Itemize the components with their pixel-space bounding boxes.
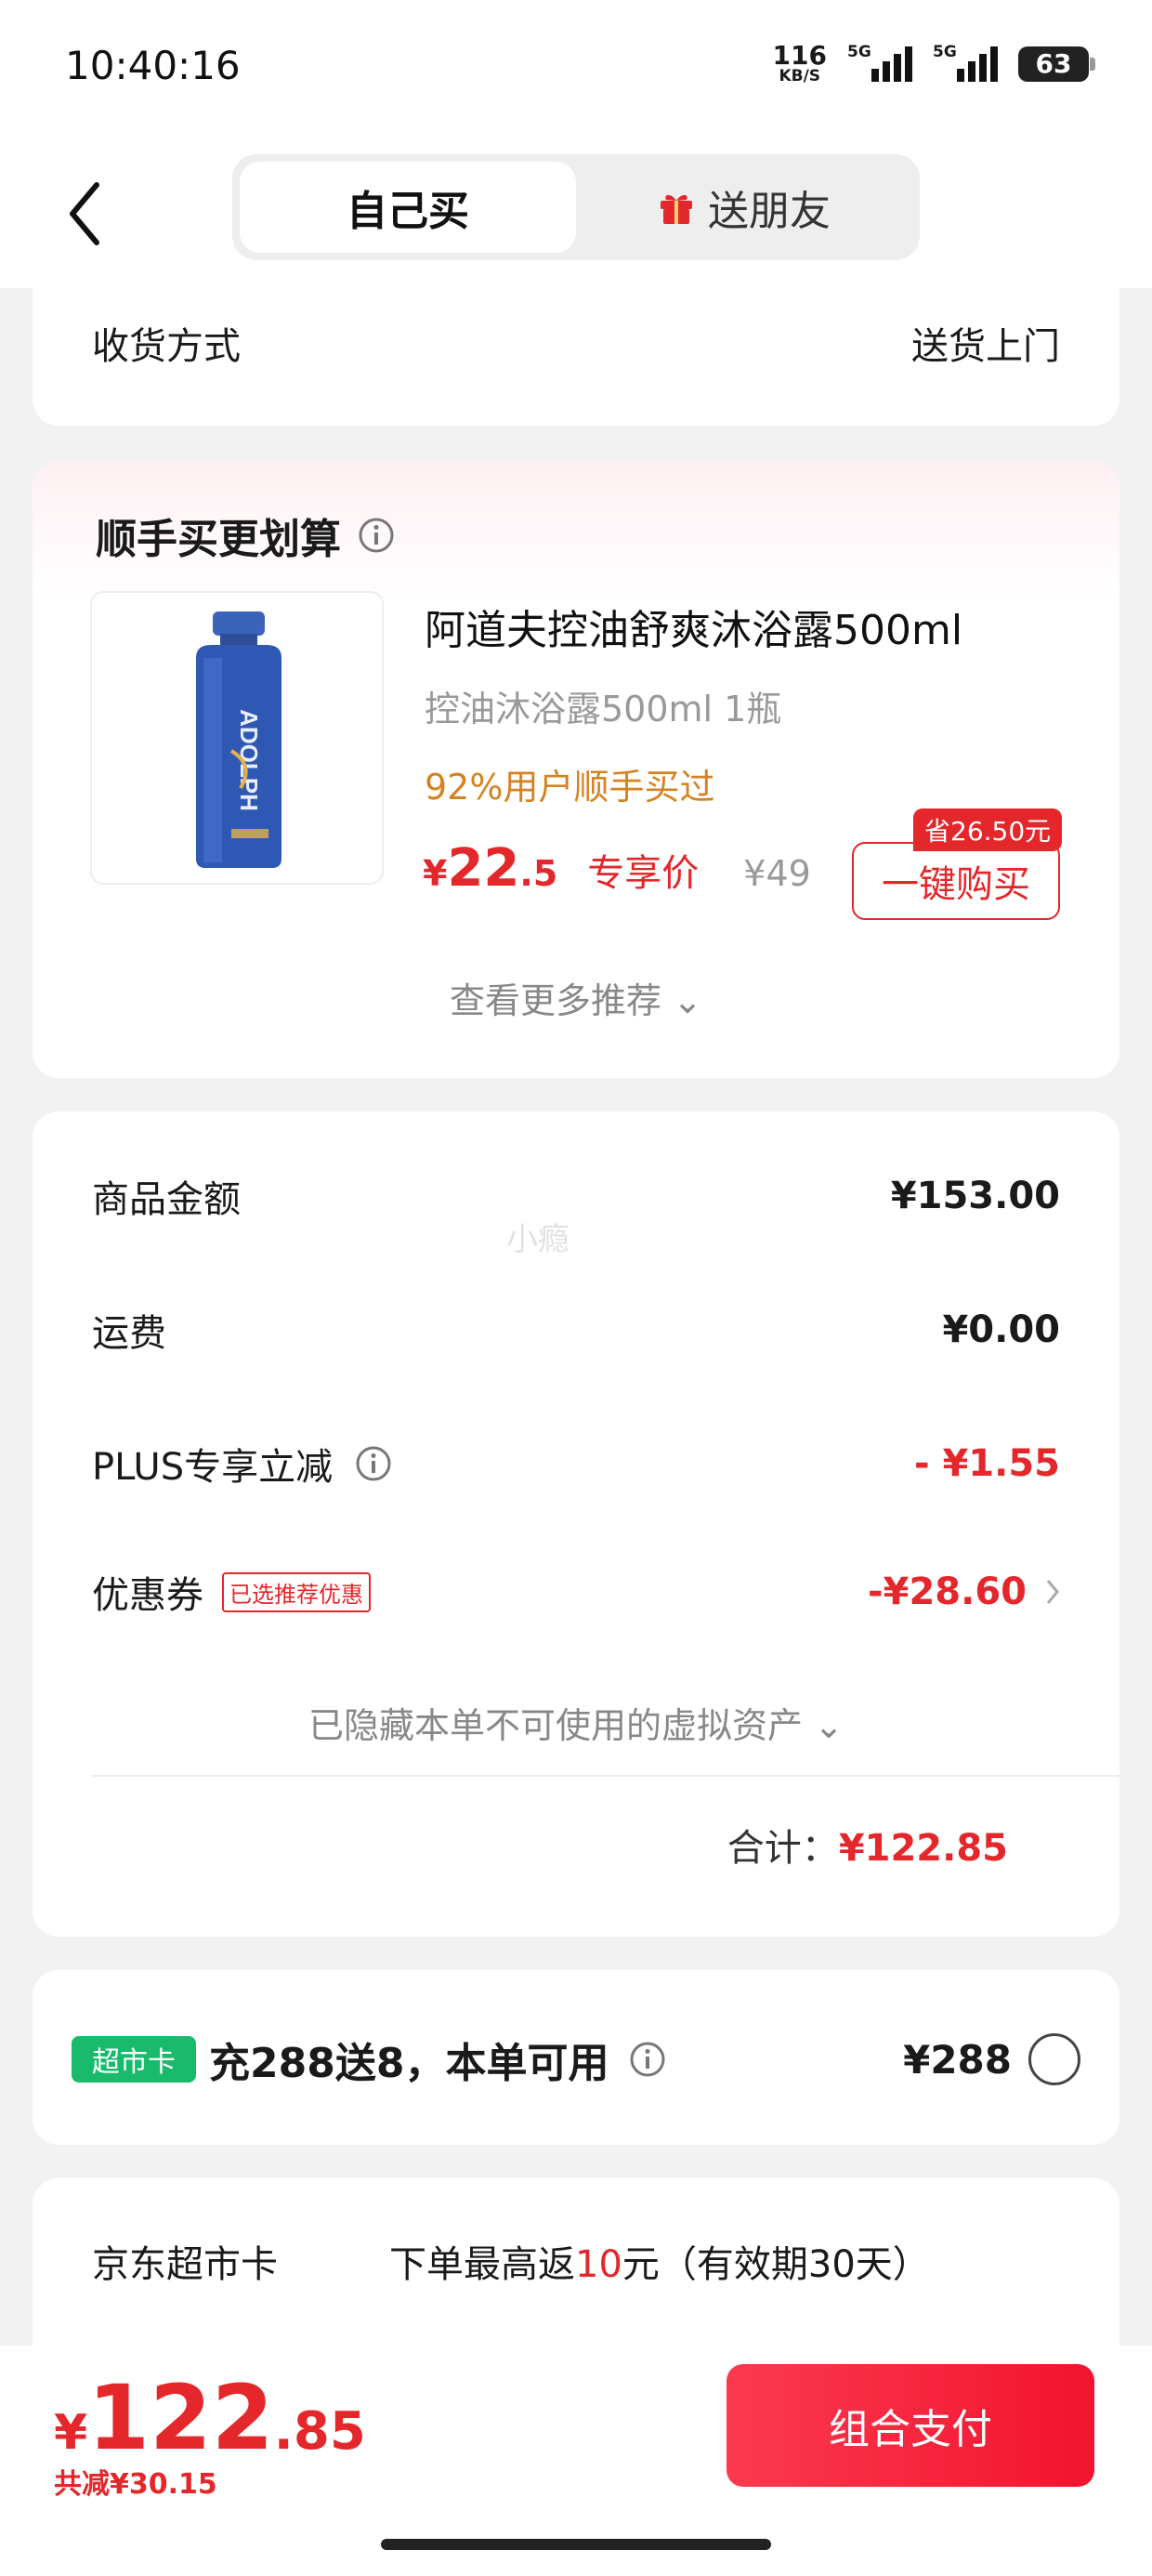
net-speed-value: 116 — [772, 40, 827, 71]
net-speed-unit: KB/S — [779, 67, 821, 85]
status-icons: 116 KB/S 5G 5G 63 — [773, 43, 1095, 85]
checkout-saved: 共减¥30.15 — [54, 2468, 217, 2501]
shipping-row: 运费 ¥0.00 — [92, 1303, 1060, 1357]
more-recommend-link[interactable]: 查看更多推荐 ⌄ — [33, 972, 1119, 1023]
shipping-value: ¥0.00 — [942, 1308, 1060, 1351]
price-dec: .5 — [519, 853, 558, 894]
checkout-bar: ¥ 122 .85 共减¥30.15 组合支付 — [0, 2346, 1152, 2576]
price-yen: ¥ — [423, 853, 448, 894]
header: 自己买 送朋友 — [0, 139, 1152, 288]
plus-discount-value: - ¥1.55 — [913, 1442, 1060, 1485]
checkout-total-dec: .85 — [273, 2401, 366, 2462]
battery-level: 63 — [1035, 48, 1072, 79]
recommend-card: 顺手买更划算 ADOLPH 阿道夫控油舒爽沐浴露500ml 控油沐浴露500ml… — [33, 461, 1119, 1078]
plus-discount-label-wrap: PLUS专享立减 — [92, 1437, 392, 1491]
jd-card-highlight: 10 — [575, 2243, 622, 2286]
combined-pay-label: 组合支付 — [829, 2406, 992, 2453]
recommend-title-text: 顺手买更划算 — [96, 516, 341, 563]
goods-amount-row: 商品金额 ¥153.00 — [92, 1169, 1060, 1223]
plus-discount-row: PLUS专享立减 - ¥1.55 — [92, 1437, 1060, 1491]
shower-gel-bottle-image: ADOLPH — [196, 611, 281, 868]
coupon-label-wrap: 优惠券 已选推荐优惠 — [92, 1565, 371, 1619]
market-offer-price: ¥288 — [903, 2036, 1012, 2083]
signal-icon: 5G — [847, 43, 912, 82]
plus-discount-label: PLUS专享立减 — [92, 1446, 334, 1489]
info-icon[interactable] — [629, 2041, 666, 2078]
net-speed: 116 KB/S — [773, 43, 827, 85]
delivery-card: 收货方式 送货上门 — [33, 279, 1119, 426]
jd-card-info: 京东超市卡 下单最高返10元（有效期30天） — [33, 2178, 1119, 2346]
save-badge: 省26.50元 — [913, 808, 1063, 851]
chevron-right-icon — [1046, 1580, 1059, 1604]
combined-pay-button[interactable]: 组合支付 — [727, 2364, 1094, 2487]
tab-send-friend-label: 送朋友 — [708, 188, 831, 235]
jd-card-label: 京东超市卡 — [92, 2243, 278, 2286]
coupon-label: 优惠券 — [92, 1574, 203, 1617]
product-price: ¥ 22 .5 专享价 ¥49 — [423, 838, 811, 899]
hidden-assets-label: 已隐藏本单不可使用的虚拟资产 ⌄ — [308, 1705, 844, 1746]
subtotal-label: 合计： — [727, 1827, 839, 1870]
market-offer-radio[interactable] — [1028, 2033, 1080, 2085]
market-card-offer: 超市卡 充288送8，本单可用 ¥288 — [33, 1970, 1119, 2145]
product-image[interactable]: ADOLPH — [90, 591, 384, 885]
goods-amount-value: ¥153.00 — [890, 1175, 1060, 1217]
market-offer-text: 充288送8，本单可用 — [209, 2040, 609, 2087]
original-price: ¥49 — [743, 853, 811, 894]
checkout-yen: ¥ — [54, 2405, 88, 2461]
shipping-label: 运费 — [92, 1312, 166, 1355]
coupon-row[interactable]: 优惠券 已选推荐优惠 -¥28.60 — [92, 1565, 1060, 1619]
price-int: 22 — [447, 838, 520, 899]
product-name[interactable]: 阿道夫控油舒爽沐浴露500ml — [425, 597, 962, 656]
delivery-row[interactable]: 收货方式 送货上门 — [92, 316, 1060, 370]
jd-card-row: 京东超市卡 下单最高返10元（有效期30天） — [92, 2234, 930, 2288]
hidden-assets-toggle[interactable]: 已隐藏本单不可使用的虚拟资产 ⌄ — [33, 1697, 1119, 1748]
subtotal: 合计：¥122.85 — [727, 1818, 1008, 1872]
market-offer-row[interactable]: 超市卡 充288送8，本单可用 ¥288 — [72, 2030, 1080, 2089]
status-time: 10:40:16 — [65, 43, 241, 88]
one-click-buy-button[interactable]: 一键购买 — [852, 842, 1060, 920]
delivery-value: 送货上门 — [911, 325, 1060, 368]
bottle-brand-text: ADOLPH — [235, 709, 263, 811]
status-bar: 10:40:16 116 KB/S 5G 5G 63 — [0, 0, 1152, 139]
signal-icon-2: 5G — [933, 43, 998, 82]
info-icon[interactable] — [358, 517, 395, 554]
price-summary-card: 小瘾 商品金额 ¥153.00 运费 ¥0.00 PLUS专享立减 - ¥1.5… — [33, 1111, 1119, 1937]
coupon-tag: 已选推荐优惠 — [222, 1571, 371, 1612]
home-indicator[interactable] — [381, 2539, 771, 2550]
recommend-title: 顺手买更划算 — [96, 506, 395, 565]
tab-self-buy[interactable]: 自己买 — [240, 162, 576, 253]
product-tip: 92%用户顺手买过 — [425, 767, 715, 808]
coupon-value: -¥28.60 — [868, 1571, 1027, 1613]
goods-amount-label: 商品金额 — [92, 1178, 241, 1221]
market-card-badge: 超市卡 — [72, 2036, 196, 2083]
gift-icon — [661, 194, 692, 224]
product-spec: 控油沐浴露500ml 1瓶 — [425, 689, 782, 729]
one-click-buy-label: 一键购买 — [882, 863, 1030, 906]
price-label: 专享价 — [587, 852, 700, 895]
save-badge-label: 省26.50元 — [924, 816, 1052, 847]
info-icon[interactable] — [355, 1445, 392, 1482]
chevron-left-icon[interactable] — [58, 172, 113, 256]
subtotal-value: ¥122.85 — [838, 1827, 1008, 1870]
delivery-label: 收货方式 — [92, 325, 241, 368]
checkout-total-int: 122 — [87, 2366, 274, 2470]
purchase-mode-switch: 自己买 送朋友 — [232, 154, 920, 260]
tab-self-buy-label: 自己买 — [347, 188, 469, 235]
jd-card-text: 下单最高返10元（有效期30天） — [389, 2243, 930, 2286]
divider — [92, 1775, 1119, 1777]
tab-send-friend[interactable]: 送朋友 — [576, 162, 912, 253]
more-recommend-label: 查看更多推荐 ⌄ — [450, 980, 702, 1021]
battery-icon: 63 — [1018, 46, 1095, 82]
checkout-total: ¥ 122 .85 — [54, 2366, 366, 2470]
